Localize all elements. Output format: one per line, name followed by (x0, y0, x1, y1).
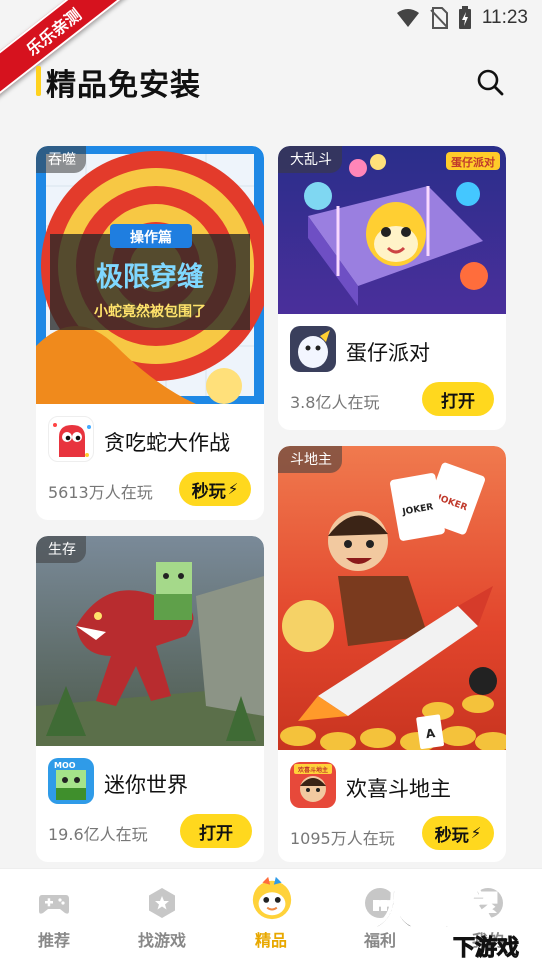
app-icon: 欢喜斗地主 (290, 762, 336, 808)
player-count: 1095万人在玩 (290, 829, 395, 848)
instant-play-button[interactable]: 秒玩 ⚡ (179, 472, 251, 506)
eggy-icon (290, 326, 336, 372)
button-label: 秒玩 (191, 481, 226, 502)
category-tag: 大乱斗 (278, 146, 342, 173)
lightning-icon: ⚡ (470, 824, 482, 842)
site-watermark: 大玩家 下游戏 (372, 885, 520, 959)
nav-item-premium[interactable]: 精品 (221, 869, 321, 965)
app-name: 欢喜斗地主 (346, 777, 451, 801)
banner-top-label: 操作篇 (130, 229, 172, 246)
game-card-eggy-party[interactable]: 蛋仔派对 大乱斗 蛋仔派对 3.8亿人在玩 打开 (278, 146, 506, 430)
game-card-snake[interactable]: 操作篇 极限穿缝 小蛇竟然被包围了 吞噬 贪吃蛇大作战 5613万人在玩 秒玩 ⚡ (36, 146, 264, 520)
nav-item-find-games[interactable]: 找游戏 (112, 869, 212, 965)
icon-text: MOO (54, 761, 76, 770)
mini-world-banner-art (36, 536, 264, 746)
button-label: 打开 (441, 391, 475, 412)
icon-text: 欢喜斗地主 (297, 766, 328, 774)
game-banner: JOKER JOKER A 斗地主 (278, 446, 506, 750)
mascot-icon (252, 876, 292, 920)
snake-banner-art: 操作篇 极限穿缝 小蛇竟然被包围了 (36, 146, 264, 404)
app-icon (290, 326, 336, 372)
instant-play-button[interactable]: 秒玩 ⚡ (422, 816, 494, 850)
no-sim-icon (430, 7, 448, 29)
search-icon[interactable] (476, 68, 504, 96)
app-name: 迷你世界 (104, 773, 188, 797)
page-title: 精品免安装 (46, 68, 201, 103)
app-icon (48, 416, 94, 462)
app-icon: MOO (48, 758, 94, 804)
game-banner: 生存 (36, 536, 264, 746)
title-accent-bar (36, 66, 41, 96)
button-label: 打开 (199, 823, 233, 844)
banner-logo: 蛋仔派对 (451, 155, 495, 169)
player-count: 19.6亿人在玩 (48, 825, 148, 844)
category-tag: 生存 (36, 536, 86, 563)
clock: 11:23 (481, 7, 528, 28)
watermark-text: 大玩家 (373, 886, 499, 935)
category-tag: 斗地主 (278, 446, 342, 473)
nav-label: 找游戏 (137, 931, 186, 950)
game-banner: 蛋仔派对 大乱斗 (278, 146, 506, 314)
button-label: 秒玩 (434, 825, 469, 846)
nav-label: 推荐 (37, 931, 70, 950)
game-banner: 操作篇 极限穿缝 小蛇竟然被包围了 吞噬 (36, 146, 264, 404)
game-card-mini-world[interactable]: 生存 MOO 迷你世界 19.6亿人在玩 打开 (36, 536, 264, 862)
app-name: 蛋仔派对 (346, 341, 430, 365)
landlord-icon: 欢喜斗地主 (290, 762, 336, 808)
wifi-icon (396, 9, 419, 27)
open-button[interactable]: 打开 (422, 382, 494, 416)
app-name: 贪吃蛇大作战 (104, 431, 230, 455)
banner-subtitle: 小蛇竟然被包围了 (94, 303, 206, 320)
hexagon-star-icon (149, 888, 175, 918)
player-count: 5613万人在玩 (48, 483, 153, 502)
nav-item-recommend[interactable]: 推荐 (4, 869, 104, 965)
game-card-landlord[interactable]: JOKER JOKER A 斗地主 欢喜斗地主 欢喜斗地主 1095万人在玩 秒… (278, 446, 506, 862)
snake-icon (53, 423, 91, 457)
banner-title: 极限穿缝 (96, 261, 204, 293)
open-button[interactable]: 打开 (180, 814, 252, 848)
mini-world-icon: MOO (48, 758, 94, 804)
status-icons: 11:23 (396, 6, 528, 30)
lightning-icon: ⚡ (227, 480, 239, 498)
category-tag: 吞噬 (36, 146, 86, 173)
battery-charging-icon (458, 6, 471, 29)
gamepad-icon (39, 895, 69, 914)
page-header: 精品免安装 (0, 56, 542, 108)
nav-label: 精品 (254, 931, 287, 950)
watermark-subtext: 下游戏 (453, 935, 519, 959)
player-count: 3.8亿人在玩 (290, 393, 380, 412)
landlord-banner-art: JOKER JOKER A (278, 446, 506, 750)
